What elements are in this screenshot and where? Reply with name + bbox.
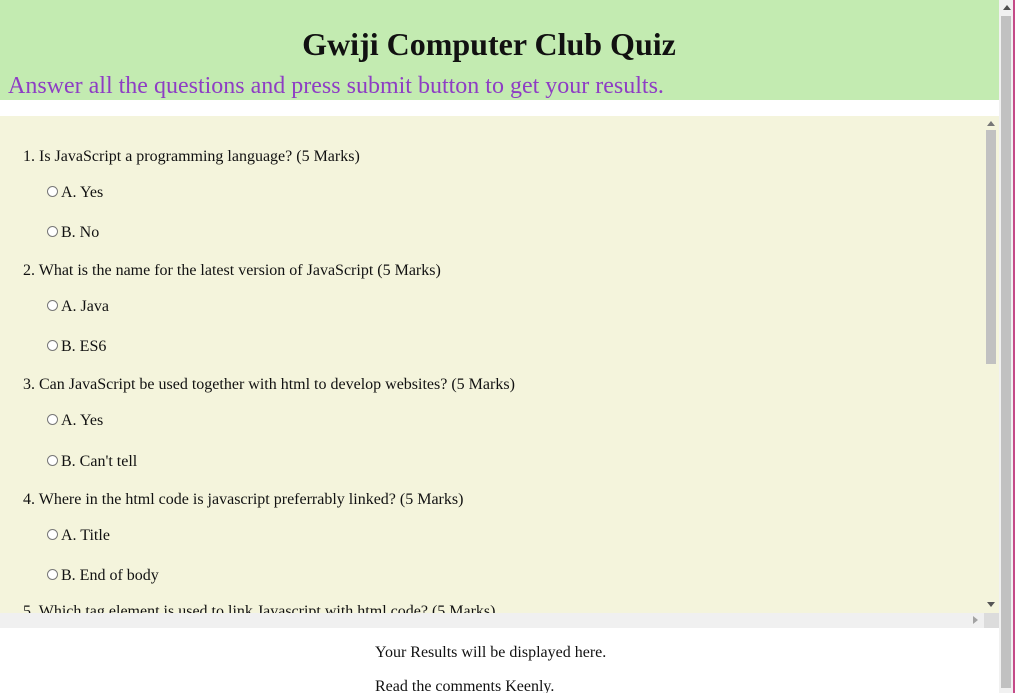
page-title: Gwiji Computer Club Quiz	[302, 26, 676, 62]
option-label: B. No	[61, 224, 100, 241]
question-4-text: 4. Where in the html code is javascript …	[23, 491, 464, 508]
radio-button[interactable]	[47, 414, 58, 425]
radio-button[interactable]	[47, 529, 58, 540]
quiz-page: Gwiji Computer Club Quiz Answer all the …	[0, 0, 999, 693]
scroll-right-arrow-icon[interactable]	[973, 616, 978, 624]
scrollbar-thumb[interactable]	[1001, 16, 1011, 688]
radio-button[interactable]	[47, 340, 58, 351]
question-2-option-b[interactable]: B. ES6	[47, 337, 106, 357]
option-label: A. Yes	[61, 184, 104, 201]
scrollbar-thumb[interactable]	[986, 130, 996, 364]
question-1-option-b[interactable]: B. No	[47, 223, 99, 243]
option-label: B. Can't tell	[61, 453, 138, 470]
question-3-option-b[interactable]: B. Can't tell	[47, 452, 137, 472]
results-placeholder: Your Results will be displayed here.	[375, 644, 607, 661]
scrollbar-corner	[984, 613, 999, 628]
page-header: Gwiji Computer Club Quiz Answer all the …	[0, 0, 999, 100]
question-4-option-b[interactable]: B. End of body	[47, 566, 159, 586]
question-5-text: 5. Which tag element is used to link Jav…	[23, 603, 496, 613]
option-label: A. Yes	[61, 412, 104, 429]
page-vertical-scrollbar[interactable]	[999, 0, 1015, 693]
radio-button[interactable]	[47, 569, 58, 580]
quiz-panel[interactable]: 1. Is JavaScript a programming language?…	[0, 116, 999, 628]
question-3-option-a[interactable]: A. Yes	[47, 411, 103, 431]
question-1-text: 1. Is JavaScript a programming language?…	[23, 148, 360, 165]
scroll-up-arrow-icon[interactable]	[987, 121, 995, 126]
question-4-option-a[interactable]: A. Title	[47, 526, 110, 546]
page-instructions: Answer all the questions and press submi…	[8, 73, 664, 99]
question-2-option-a[interactable]: A. Java	[47, 297, 109, 317]
scroll-up-arrow-icon[interactable]	[1003, 5, 1011, 10]
option-label: A. Title	[61, 527, 110, 544]
radio-button[interactable]	[47, 226, 58, 237]
quiz-scroll-view[interactable]: 1. Is JavaScript a programming language?…	[0, 116, 984, 613]
quiz-vertical-scrollbar[interactable]	[984, 116, 999, 613]
radio-button[interactable]	[47, 300, 58, 311]
radio-button[interactable]	[47, 186, 58, 197]
quiz-horizontal-scrollbar[interactable]	[0, 613, 984, 628]
question-2-text: 2. What is the name for the latest versi…	[23, 262, 441, 279]
question-1-option-a[interactable]: A. Yes	[47, 183, 103, 203]
option-label: A. Java	[61, 298, 109, 315]
radio-button[interactable]	[47, 455, 58, 466]
results-comment: Read the comments Keenly.	[375, 678, 555, 693]
question-3-text: 3. Can JavaScript be used together with …	[23, 376, 515, 393]
option-label: B. ES6	[61, 338, 107, 355]
scroll-down-arrow-icon[interactable]	[987, 602, 995, 607]
option-label: B. End of body	[61, 567, 159, 584]
